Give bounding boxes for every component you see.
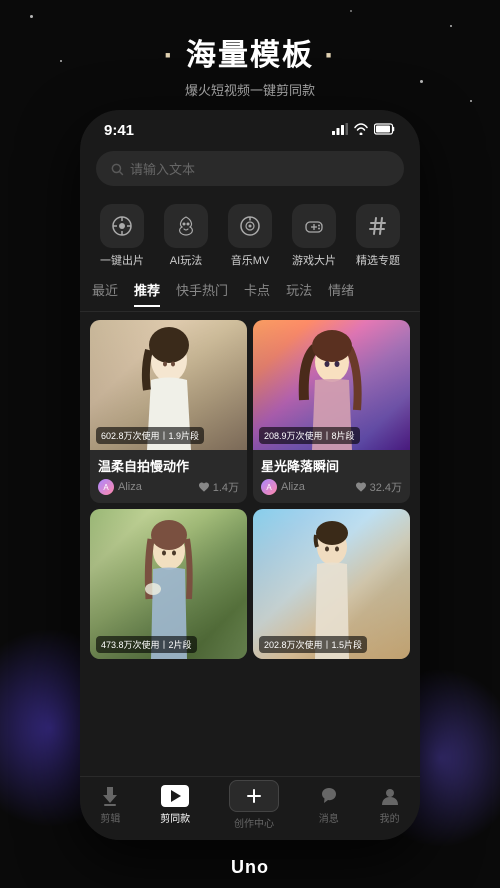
card-2[interactable]: 208.9万次使用丨8片段 星光降落瞬间 A Aliza 32.4万 [253, 320, 410, 503]
card-2-badge: 208.9万次使用丨8片段 [259, 427, 360, 444]
category-topic[interactable]: 精选专题 [356, 204, 400, 268]
category-icon-musicmv [228, 204, 272, 248]
like-icon-2 [355, 481, 367, 493]
category-label-topic: 精选专题 [356, 252, 400, 268]
card-2-title: 星光降落瞬间 [261, 456, 402, 475]
card-2-likes-count: 32.4万 [370, 479, 402, 495]
title-main: 海量模板 [186, 39, 314, 72]
card-1[interactable]: 602.8万次使用丨1.9片段 温柔自拍慢动作 A Aliza 1.4万 [90, 320, 247, 503]
content-grid: 602.8万次使用丨1.9片段 温柔自拍慢动作 A Aliza 1.4万 [80, 312, 420, 667]
card-1-image: 602.8万次使用丨1.9片段 [90, 320, 247, 450]
nav-message[interactable]: 消息 [318, 785, 340, 825]
nav-profile-label: 我的 [380, 810, 400, 825]
category-game[interactable]: 游戏大片 [292, 204, 336, 268]
header-subtitle: 爆火短视频一键剪同款 [20, 80, 480, 99]
card-2-image: 208.9万次使用丨8片段 [253, 320, 410, 450]
bottom-nav: 剪辑 剪同款 创作中心 消息 [80, 776, 420, 840]
category-icon-ai [164, 204, 208, 248]
category-icon-yijian [100, 204, 144, 248]
tab-beat[interactable]: 卡点 [244, 280, 270, 307]
card-3-image: 473.8万次使用丨2片段 [90, 509, 247, 659]
card-1-author: A Aliza [98, 479, 142, 495]
card-2-avatar: A [261, 479, 277, 495]
category-label-game: 游戏大片 [292, 252, 336, 268]
nav-create-button[interactable] [229, 780, 279, 812]
tab-emotion[interactable]: 情绪 [328, 280, 354, 307]
nav-profile-icon [379, 785, 401, 807]
card-1-likes: 1.4万 [198, 479, 239, 495]
card-1-likes-count: 1.4万 [213, 479, 239, 495]
card-4-image: 202.8万次使用丨1.5片段 [253, 509, 410, 659]
signal-icon [332, 123, 348, 138]
card-4-badge: 202.8万次使用丨1.5片段 [259, 636, 367, 653]
tab-recent[interactable]: 最近 [92, 280, 118, 307]
header-title: · 海量模板 · [20, 30, 480, 74]
nav-create-icon [246, 788, 262, 804]
category-label-yijian: 一键出片 [100, 252, 144, 268]
nav-message-label: 消息 [319, 810, 339, 825]
card-1-author-name: Aliza [118, 481, 142, 493]
nav-message-icon [318, 785, 340, 807]
status-bar: 9:41 [80, 110, 420, 143]
card-4[interactable]: 202.8万次使用丨1.5片段 [253, 509, 410, 659]
like-icon-1 [198, 481, 210, 493]
nav-profile[interactable]: 我的 [379, 785, 401, 825]
nav-create[interactable]: 创作中心 [229, 780, 279, 830]
search-icon [110, 162, 124, 176]
card-2-info: 星光降落瞬间 A Aliza 32.4万 [253, 450, 410, 503]
card-1-title: 温柔自拍慢动作 [98, 456, 239, 475]
card-3-badge: 473.8万次使用丨2片段 [96, 636, 197, 653]
nav-create-label: 创作中心 [234, 815, 274, 830]
category-icon-topic [356, 204, 400, 248]
card-2-likes: 32.4万 [355, 479, 402, 495]
phone-mockup: 9:41 [80, 110, 420, 840]
tabs-row: 最近 推荐 快手热门 卡点 玩法 情绪 [80, 272, 420, 312]
status-time: 9:41 [104, 122, 134, 139]
card-1-info: 温柔自拍慢动作 A Aliza 1.4万 [90, 450, 247, 503]
search-placeholder: 请输入文本 [130, 159, 195, 178]
battery-icon [374, 123, 396, 138]
tab-recommend[interactable]: 推荐 [134, 280, 160, 307]
card-3[interactable]: 473.8万次使用丨2片段 [90, 509, 247, 659]
category-icon-game [292, 204, 336, 248]
category-yijian[interactable]: 一键出片 [100, 204, 144, 268]
status-icons [332, 123, 396, 138]
title-dot-right: · [324, 39, 336, 72]
header: · 海量模板 · 爆火短视频一键剪同款 [0, 0, 500, 115]
card-2-author: A Aliza [261, 479, 305, 495]
card-1-avatar: A [98, 479, 114, 495]
category-ai[interactable]: AI玩法 [164, 204, 208, 268]
search-bar[interactable]: 请输入文本 [96, 151, 404, 186]
nav-template-label: 剪同款 [160, 810, 190, 825]
card-1-meta: A Aliza 1.4万 [98, 479, 239, 495]
nav-edit-label: 剪辑 [100, 810, 120, 825]
nav-template[interactable]: 剪同款 [160, 785, 190, 825]
nav-template-icon [161, 785, 189, 807]
card-1-badge: 602.8万次使用丨1.9片段 [96, 427, 204, 444]
category-label-musicmv: 音乐MV [231, 252, 270, 268]
card-2-meta: A Aliza 32.4万 [261, 479, 402, 495]
title-dot-left: · [164, 39, 176, 72]
nav-edit-icon [99, 785, 121, 807]
tab-hot[interactable]: 快手热门 [176, 280, 228, 307]
wifi-icon [353, 123, 369, 138]
tab-play[interactable]: 玩法 [286, 280, 312, 307]
app-name-label: Uno [231, 857, 269, 878]
nav-edit[interactable]: 剪辑 [99, 785, 121, 825]
category-label-ai: AI玩法 [170, 252, 202, 268]
categories-row: 一键出片 AI玩法 音乐MV [80, 194, 420, 272]
category-musicmv[interactable]: 音乐MV [228, 204, 272, 268]
card-2-author-name: Aliza [281, 481, 305, 493]
